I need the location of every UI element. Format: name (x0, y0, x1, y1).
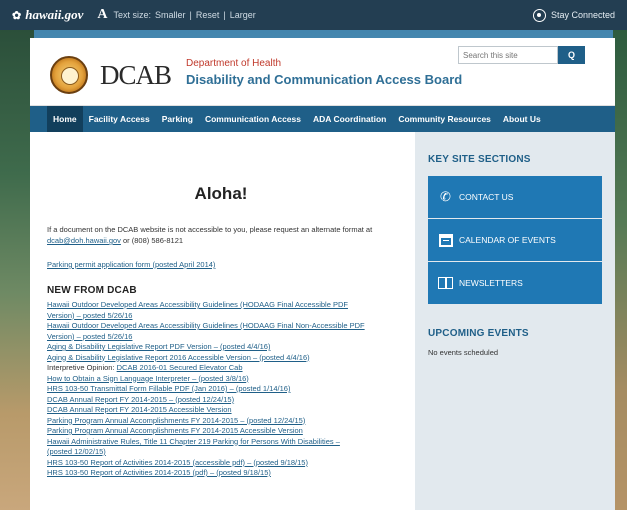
main-column: Aloha! If a document on the DCAB website… (47, 132, 407, 479)
main-nav: Home Facility Access Parking Communicati… (30, 106, 615, 132)
email-link[interactable]: dcab@doh.hawaii.gov (47, 236, 121, 245)
news-link[interactable]: HRS 103-50 Transmittal Form Fillable PDF… (47, 384, 407, 395)
text-larger-link[interactable]: Larger (230, 10, 256, 20)
news-link[interactable]: Aging & Disability Legislative Report 20… (47, 353, 407, 364)
nav-about-us[interactable]: About Us (497, 106, 547, 132)
nav-community-resources[interactable]: Community Resources (392, 106, 497, 132)
news-link[interactable]: (posted 12/02/15) (47, 447, 407, 458)
newsletters-label: NEWSLETTERS (459, 278, 523, 288)
hawaii-gov-logo[interactable]: ✿ hawaii.gov (12, 7, 83, 23)
department-name: Department of Health (186, 58, 282, 69)
sidebar: KEY SITE SECTIONS ✆ CONTACT US CALENDAR … (415, 132, 615, 510)
text-size-controls: A Text size: Smaller | Reset | Larger (97, 7, 256, 22)
interpretive-link[interactable]: DCAB 2016-01 Secured Elevator Cab (117, 363, 243, 372)
news-link[interactable]: How to Obtain a Sign Language Interprete… (47, 374, 407, 385)
text-reset-link[interactable]: Reset (196, 10, 220, 20)
nav-facility-access[interactable]: Facility Access (83, 106, 156, 132)
news-link[interactable]: Parking Program Annual Accomplishments F… (47, 426, 407, 437)
news-link[interactable]: Version) – posted 5/26/16 (47, 332, 407, 343)
department-seal-icon[interactable] (50, 56, 88, 94)
nav-home[interactable]: Home (47, 106, 83, 132)
news-link[interactable]: Parking Program Annual Accomplishments F… (47, 416, 407, 427)
page-title: Aloha! (194, 184, 248, 203)
news-link[interactable]: Hawaii Outdoor Developed Areas Accessibi… (47, 300, 407, 311)
site-header: DCAB Department of Health Disability and… (30, 38, 615, 106)
state-topbar: ✿ hawaii.gov A Text size: Smaller | Rese… (0, 0, 627, 30)
accessibility-notice: If a document on the DCAB website is not… (47, 224, 407, 246)
stay-connected-icon (532, 8, 546, 22)
contact-us-label: CONTACT US (459, 192, 514, 202)
contact-us-button[interactable]: ✆ CONTACT US (428, 176, 602, 218)
newsletter-icon (438, 277, 453, 289)
nav-parking[interactable]: Parking (156, 106, 199, 132)
news-link[interactable]: DCAB Annual Report FY 2014-2015 Accessib… (47, 405, 407, 416)
search-input[interactable] (458, 46, 558, 64)
background-right (613, 30, 627, 510)
hawaii-gov-text: hawaii.gov (25, 7, 84, 22)
search-icon: Q (567, 50, 575, 60)
news-heading: NEW FROM DCAB (47, 285, 137, 296)
nav-ada-coordination[interactable]: ADA Coordination (307, 106, 392, 132)
calendar-button[interactable]: CALENDAR OF EVENTS (428, 219, 602, 261)
calendar-icon (438, 233, 453, 247)
text-size-icon: A (97, 7, 108, 22)
notice-phone: or (808) 586-8121 (120, 236, 184, 245)
text-smaller-link[interactable]: Smaller (155, 10, 186, 20)
calendar-label: CALENDAR OF EVENTS (459, 235, 556, 245)
content-area: Aloha! If a document on the DCAB website… (30, 132, 615, 510)
notice-text: If a document on the DCAB website is not… (47, 225, 373, 234)
phone-icon: ✆ (440, 189, 451, 204)
site-search: Q (458, 46, 585, 64)
news-link[interactable]: HRS 103-50 Report of Activities 2014-201… (47, 458, 407, 469)
page-container: DCAB Department of Health Disability and… (30, 38, 615, 510)
news-item-interpretive: Interpretive Opinion: DCAB 2016-01 Secur… (47, 363, 407, 374)
stay-connected-link[interactable]: Stay Connected (532, 8, 615, 22)
hawaii-seal-icon: ✿ (12, 9, 22, 22)
news-link[interactable]: Version) – posted 5/26/16 (47, 311, 407, 322)
interpretive-label: Interpretive Opinion: (47, 363, 117, 372)
news-link[interactable]: Aging & Disability Legislative Report PD… (47, 342, 407, 353)
upcoming-events-heading: UPCOMING EVENTS (428, 328, 529, 339)
news-link[interactable]: Hawaii Administrative Rules, Title 11 Ch… (47, 437, 407, 448)
no-events-text: No events scheduled (428, 348, 499, 357)
nav-communication-access[interactable]: Communication Access (199, 106, 307, 132)
search-button[interactable]: Q (558, 46, 585, 64)
background-left (0, 30, 34, 510)
news-link[interactable]: Hawaii Outdoor Developed Areas Accessibi… (47, 321, 407, 332)
dcab-logo[interactable]: DCAB (100, 60, 172, 91)
site-title[interactable]: Disability and Communication Access Boar… (186, 72, 462, 87)
news-link[interactable]: DCAB Annual Report FY 2014-2015 – (poste… (47, 395, 407, 406)
news-list: Hawaii Outdoor Developed Areas Accessibi… (47, 300, 407, 479)
stay-connected-label: Stay Connected (550, 10, 615, 20)
newsletters-button[interactable]: NEWSLETTERS (428, 262, 602, 304)
key-sections-heading: KEY SITE SECTIONS (428, 154, 531, 165)
news-link[interactable]: HRS 103-50 Report of Activities 2014-201… (47, 468, 407, 479)
permit-form-link[interactable]: Parking permit application form (posted … (47, 260, 407, 269)
text-size-label: Text size: (113, 10, 152, 20)
